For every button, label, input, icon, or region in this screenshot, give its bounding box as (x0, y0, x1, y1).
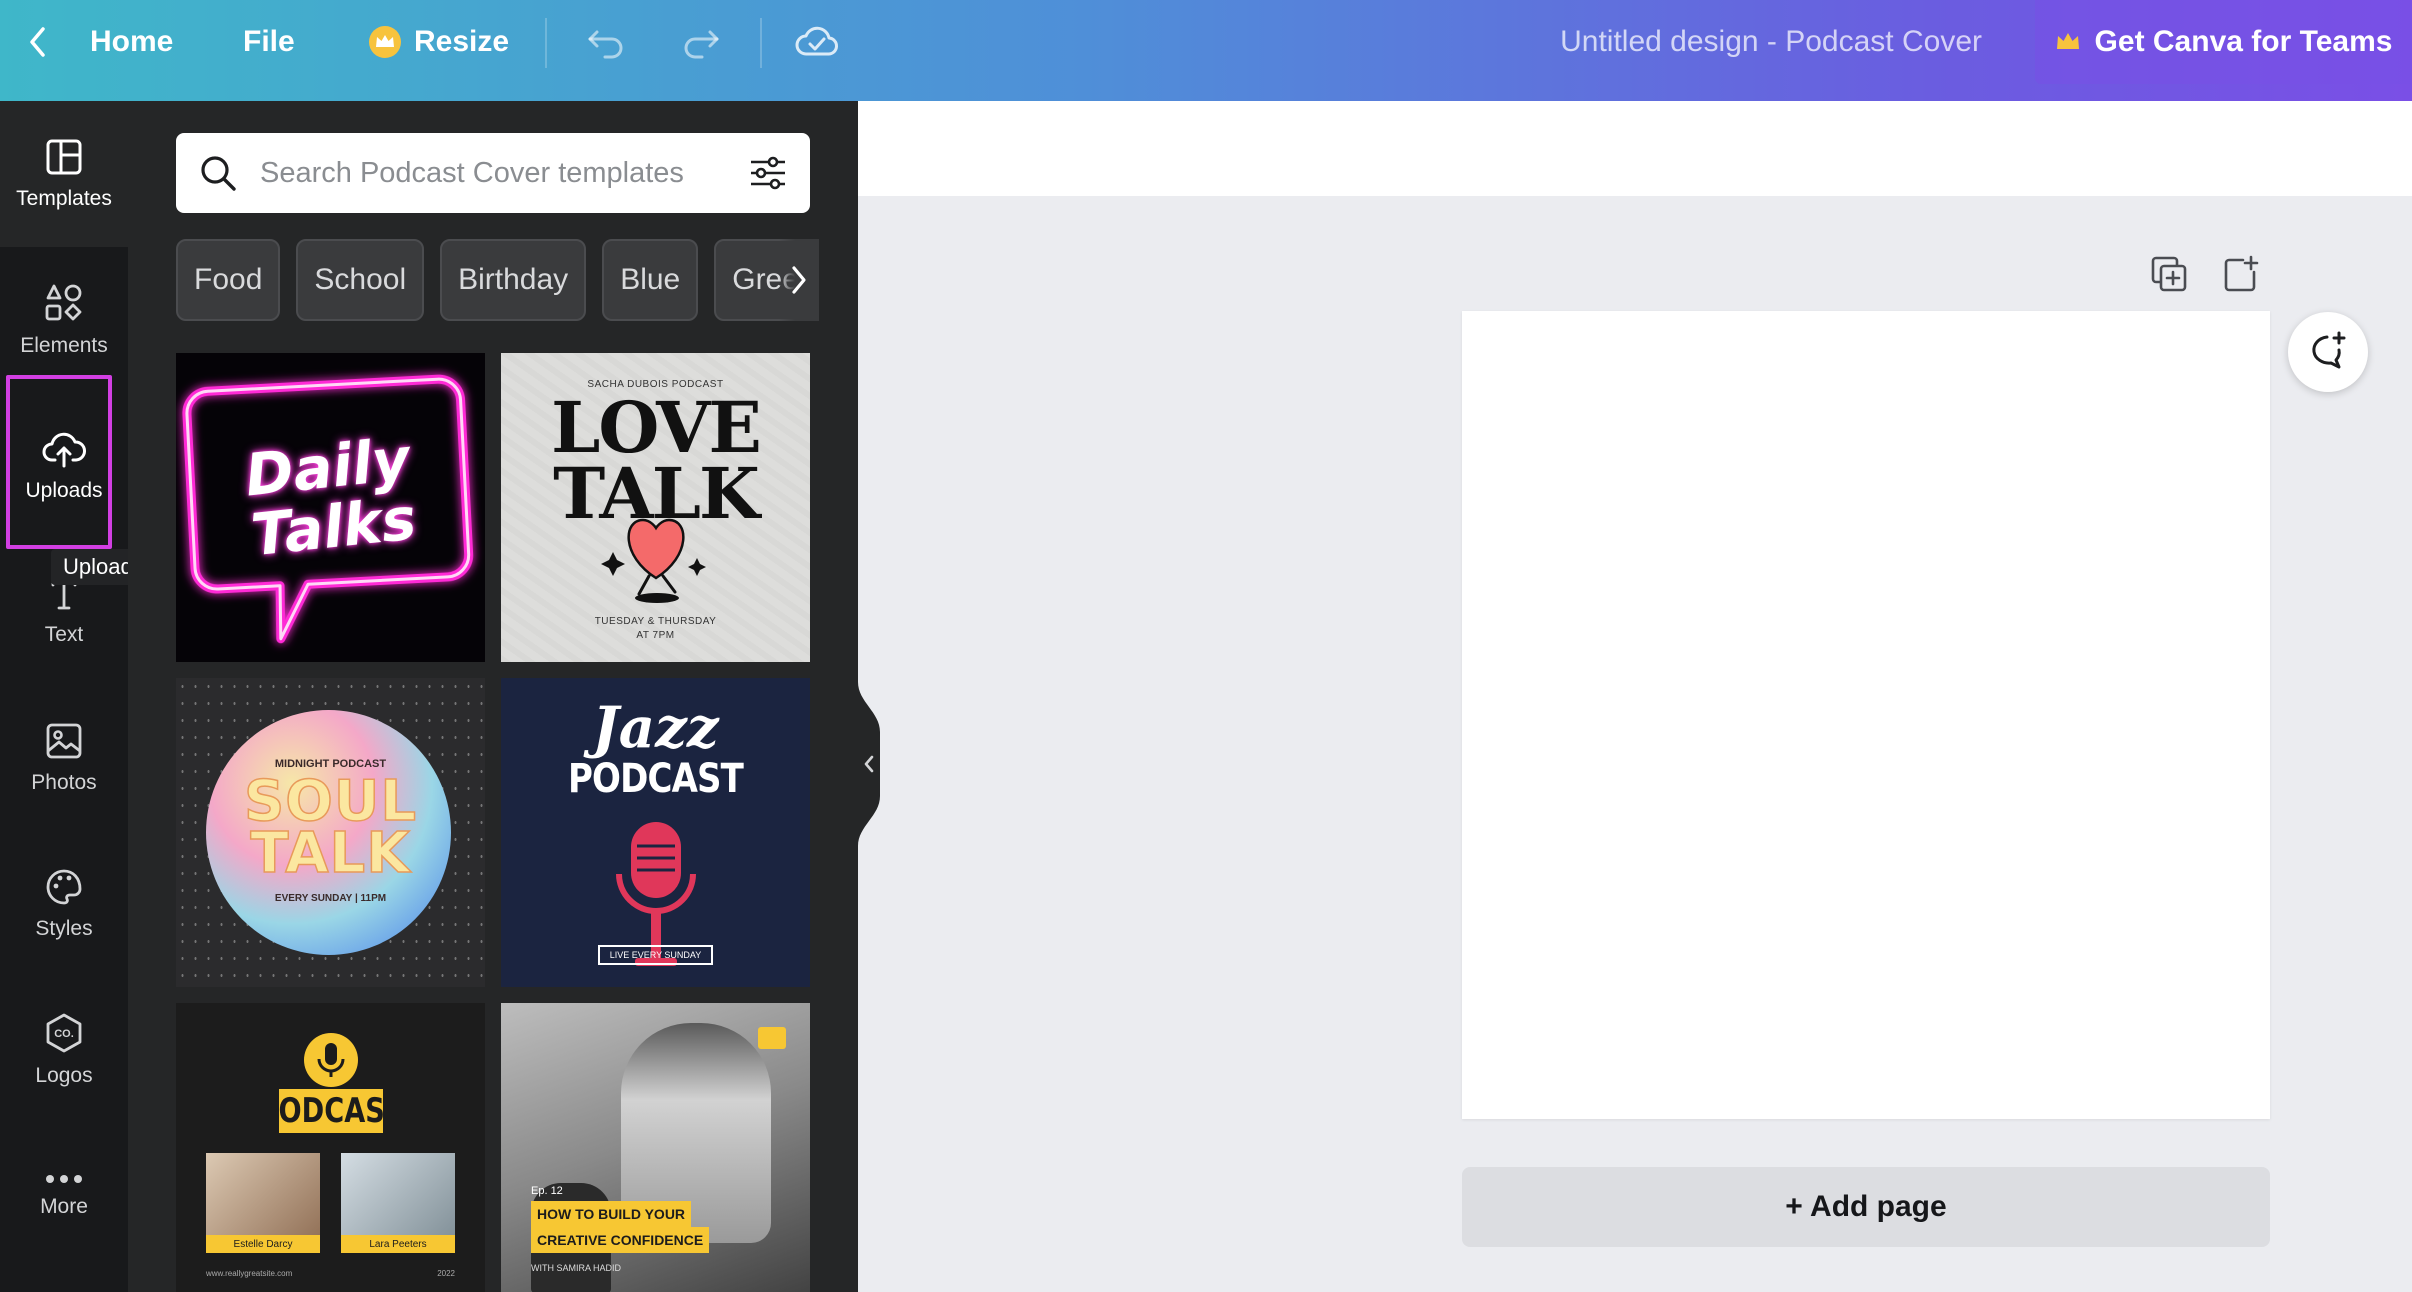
rail-label: Logos (35, 1064, 93, 1087)
episode-number: Ep. 12 (531, 1185, 563, 1197)
file-label: File (243, 25, 295, 58)
crown-icon (2056, 33, 2079, 49)
template-search-input[interactable] (260, 156, 726, 190)
resize-button[interactable]: Resize (368, 0, 509, 84)
rail-label: Templates (16, 187, 112, 210)
more-icon (46, 1175, 82, 1183)
chevron-right-icon (792, 266, 806, 294)
filter-icon[interactable] (748, 153, 788, 193)
jazz-footer: LIVE EVERY SUNDAY (598, 945, 713, 965)
duplicate-icon (2151, 256, 2187, 292)
cloud-check-icon (795, 26, 838, 56)
templates-panel: Food School Birthday Blue Green Daily Ta… (128, 101, 858, 1292)
creative-confidence-footer: WITH SAMIRA HADID (531, 1263, 622, 1273)
redo-icon (684, 30, 719, 59)
chip-food[interactable]: Food (176, 239, 281, 321)
editor-toolbar-area (858, 101, 2412, 196)
chip-school[interactable]: School (296, 239, 425, 321)
chevron-left-icon (30, 27, 45, 57)
teams-label: Get Canva for Teams (2094, 25, 2393, 58)
podcast-guests-title: PODCAST (258, 1089, 404, 1133)
add-page-button[interactable]: + Add page (1462, 1167, 2270, 1247)
uploads-highlight-box (6, 375, 112, 549)
collapse-panel-button[interactable] (858, 682, 880, 846)
templates-icon (46, 139, 82, 175)
rail-item-templates[interactable]: Templates (0, 101, 128, 247)
jazz-title: Jazz (592, 695, 719, 761)
heart-character-icon (601, 518, 706, 603)
creative-confidence-title: HOW TO BUILD YOUR CREATIVE CONFIDENCE (531, 1201, 710, 1253)
add-page-icon (2224, 255, 2259, 292)
panel-handle-shape (858, 682, 880, 846)
rail-item-photos[interactable]: Photos (0, 685, 128, 831)
soul-talk-footer: EVERY SUNDAY | 11PM (274, 893, 387, 904)
template-creative-confidence[interactable]: Ep. 12 HOW TO BUILD YOUR CREATIVE CONFID… (501, 1003, 810, 1292)
home-label: Home (90, 25, 174, 58)
toolbar-divider (545, 18, 547, 68)
rail-item-logos[interactable]: CO. Logos (0, 977, 128, 1123)
rail-item-styles[interactable]: Styles (0, 831, 128, 977)
resize-label: Resize (414, 25, 510, 58)
guest-name-1: Estelle Darcy (206, 1235, 320, 1253)
template-daily-talks[interactable]: Daily Talks (176, 353, 485, 662)
category-chips: Food School Birthday Blue Green (176, 239, 810, 321)
rail-item-more[interactable]: More (0, 1123, 128, 1269)
undo-icon (588, 30, 623, 59)
template-jazz-podcast[interactable]: Jazz PODCAST LIVE EVERY SUNDAY (501, 678, 810, 987)
add-page-icon-button[interactable] (2221, 254, 2261, 294)
elements-icon (45, 284, 82, 321)
podcast-guests-footer: www.reallygreatsite.com (206, 1269, 293, 1278)
top-bar: Home File Resize Untitled design - Podca… (0, 0, 2412, 101)
template-search-bar (176, 133, 810, 213)
crown-icon (369, 26, 401, 58)
home-button[interactable]: Home (26, 0, 173, 84)
get-canva-teams-button[interactable]: Get Canva for Teams (2035, 0, 2412, 84)
rail-label: Photos (31, 771, 97, 794)
photos-icon (46, 723, 82, 759)
rail-label: Text (44, 623, 84, 646)
chips-scroll-right-button[interactable] (779, 239, 819, 321)
jazz-subtitle: PODCAST (567, 756, 744, 802)
template-love-talk[interactable]: SACHA DUBOIS PODCAST LOVE TALK TUESDAY &… (501, 353, 810, 662)
rail-label: Styles (35, 917, 93, 940)
love-talk-footer: TUESDAY & THURSDAY AT 7PM (594, 616, 717, 641)
file-menu-button[interactable]: File (243, 0, 295, 84)
toolbar-divider (760, 18, 762, 68)
rail-label: Elements (20, 334, 108, 357)
cloud-save-button[interactable] (794, 0, 840, 84)
undo-button[interactable] (585, 0, 627, 84)
chip-blue[interactable]: Blue (602, 239, 699, 321)
guest-name-2: Lara Peeters (341, 1235, 455, 1253)
chip-birthday[interactable]: Birthday (440, 239, 587, 321)
design-title[interactable]: Untitled design - Podcast Cover (1560, 0, 1982, 84)
add-comment-button[interactable] (2288, 312, 2368, 392)
palette-icon (46, 869, 82, 905)
podcast-guests-year: 2022 (437, 1269, 455, 1278)
logo-icon: CO. (46, 1013, 82, 1053)
soul-talk-title: SOUL TALK (243, 769, 418, 886)
svg-text:CO.: CO. (54, 1028, 74, 1040)
crown-badge-icon (758, 1027, 786, 1049)
rail-label: More (40, 1195, 88, 1218)
design-page-canvas[interactable] (1462, 311, 2270, 1119)
search-icon (201, 156, 236, 191)
duplicate-page-button[interactable] (2149, 254, 2189, 294)
rail-item-elements[interactable]: Elements (0, 247, 128, 393)
template-soul-talk[interactable]: MIDNIGHT PODCAST SOUL TALK EVERY SUNDAY … (176, 678, 485, 987)
redo-button[interactable] (680, 0, 722, 84)
podcast-mic-badge-icon (304, 1033, 358, 1087)
side-rail: Templates Elements Uploads Text Photos S… (0, 101, 128, 1292)
comment-plus-icon (2312, 331, 2346, 369)
template-podcast-guests[interactable]: PODCAST Estelle Darcy Lara Peeters www.r… (176, 1003, 485, 1292)
